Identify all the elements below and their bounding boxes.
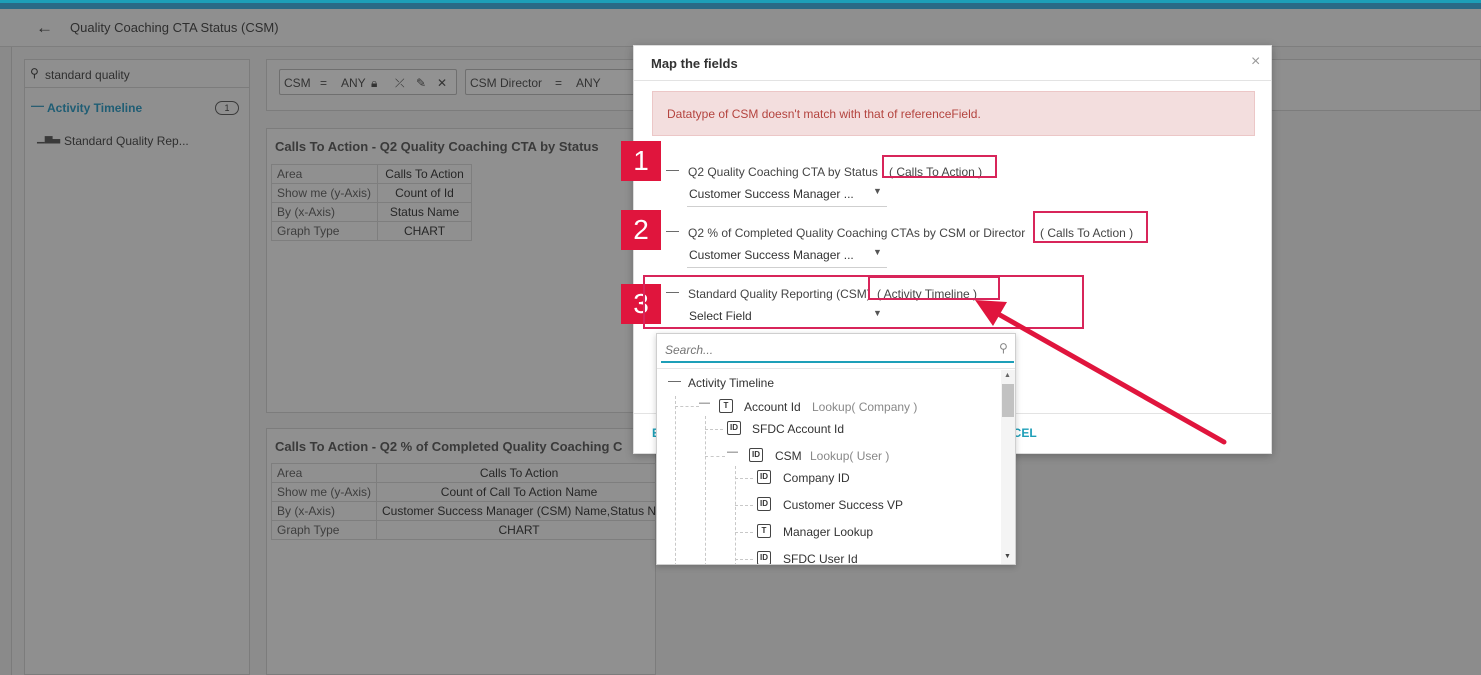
annotation-arrow-icon [975, 300, 1227, 445]
